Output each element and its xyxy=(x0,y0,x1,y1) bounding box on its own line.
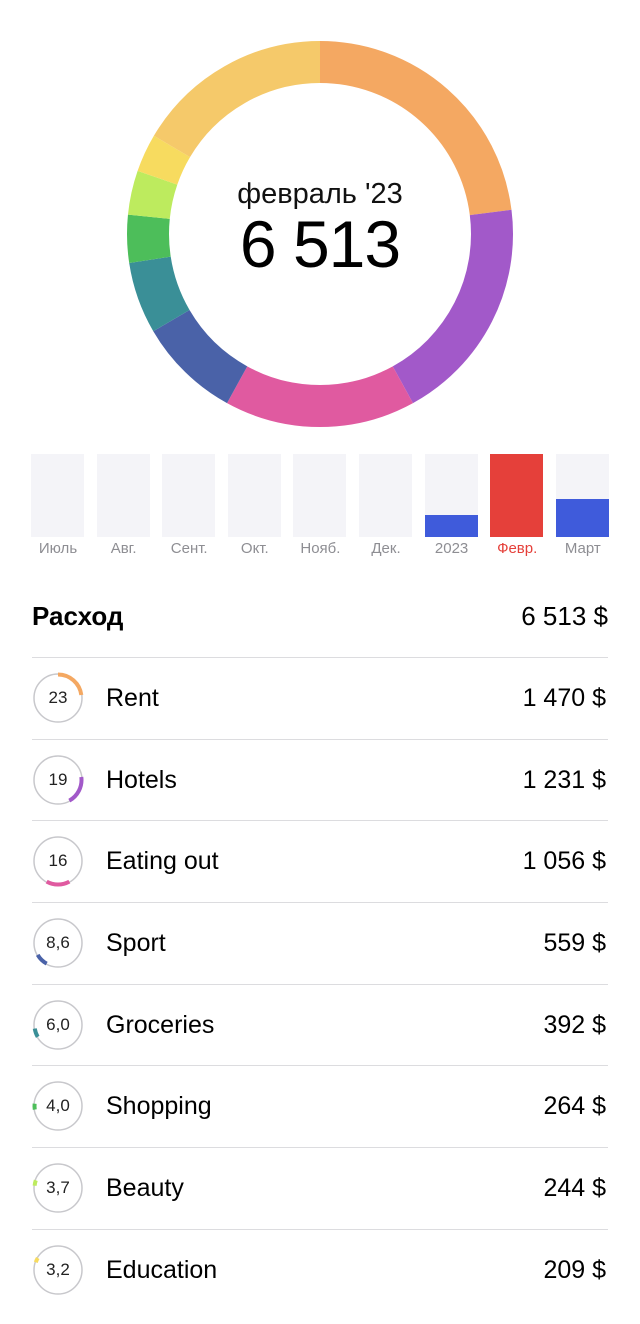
category-percent: 3,7 xyxy=(46,1178,70,1198)
month-bar[interactable] xyxy=(96,454,150,537)
category-percent: 6,0 xyxy=(46,1014,70,1034)
category-percent: 4,0 xyxy=(46,1096,70,1116)
category-amount: 559 $ xyxy=(543,928,606,957)
expense-summary: Расход 6 513 $ xyxy=(32,596,608,636)
month-label[interactable]: Нояб. xyxy=(287,540,353,557)
month-bar-fill xyxy=(424,515,478,537)
month-bar-fill xyxy=(490,454,544,537)
category-list: 23 Rent 1 470 $ 19 Hotels 1 231 $ 16 Eat… xyxy=(32,657,608,1311)
category-name: Sport xyxy=(106,928,166,957)
donut-segment-education[interactable] xyxy=(137,135,191,186)
category-row[interactable]: 4,0 Shopping 264 $ xyxy=(32,1065,608,1147)
category-amount: 1 231 $ xyxy=(522,765,606,794)
category-row[interactable]: 19 Hotels 1 231 $ xyxy=(32,738,608,821)
category-name: Eating out xyxy=(106,847,219,876)
monthly-bar-chart: Июль Авг. Сент. Окт. Нояб. Дек. 2023 Февр. Март xyxy=(31,454,609,564)
category-name: Shopping xyxy=(106,1092,212,1121)
category-amount: 392 $ xyxy=(543,1010,606,1039)
month-bar[interactable] xyxy=(227,454,281,537)
category-percent: 3,2 xyxy=(46,1259,70,1279)
category-percent: 8,6 xyxy=(46,933,70,953)
month-bar[interactable] xyxy=(162,454,216,537)
month-label[interactable]: Авг. xyxy=(91,540,157,557)
donut-segment-other[interactable] xyxy=(153,41,321,158)
category-amount: 1 470 $ xyxy=(522,683,606,712)
month-label[interactable]: Февр. xyxy=(484,540,550,557)
month-label[interactable]: Июль xyxy=(25,540,91,557)
category-row[interactable]: 8,6 Sport 559 $ xyxy=(32,902,608,984)
category-row[interactable]: 3,7 Beauty 244 $ xyxy=(32,1147,608,1229)
month-label[interactable]: Март xyxy=(550,540,616,557)
category-name: Beauty xyxy=(106,1173,184,1202)
month-bar[interactable] xyxy=(31,454,84,537)
month-bar[interactable] xyxy=(359,454,412,537)
total-amount: 6 513 xyxy=(239,207,401,281)
category-amount: 244 $ xyxy=(543,1173,606,1202)
donut-segment-eating-out[interactable] xyxy=(227,366,413,427)
month-bar[interactable] xyxy=(490,454,544,537)
category-percent: 19 xyxy=(48,769,68,789)
summary-title: Расход xyxy=(32,600,124,631)
month-label[interactable]: 2023 xyxy=(419,540,485,557)
category-name: Rent xyxy=(106,683,159,712)
month-label[interactable]: Сент. xyxy=(156,540,222,557)
month-bar[interactable] xyxy=(555,454,609,537)
category-amount: 1 056 $ xyxy=(522,847,606,876)
category-amount: 209 $ xyxy=(543,1255,606,1284)
summary-amount: 6 513 $ xyxy=(521,600,608,631)
category-name: Education xyxy=(106,1255,218,1284)
category-row[interactable]: 16 Eating out 1 056 $ xyxy=(32,820,608,902)
category-row[interactable]: 6,0 Groceries 392 $ xyxy=(32,983,608,1066)
category-row[interactable]: 3,2 Education 209 $ xyxy=(32,1228,608,1311)
month-label[interactable]: Окт. xyxy=(222,540,288,557)
category-amount: 264 $ xyxy=(543,1092,606,1121)
month-label[interactable]: Дек. xyxy=(353,540,419,557)
month-bar[interactable] xyxy=(424,454,478,537)
category-name: Groceries xyxy=(106,1010,215,1039)
category-percent: 16 xyxy=(48,851,68,871)
category-name: Hotels xyxy=(106,765,177,794)
category-percent: 23 xyxy=(48,688,68,707)
month-bar-fill xyxy=(555,498,609,537)
donut-segment-sport[interactable] xyxy=(153,309,248,404)
category-row[interactable]: 23 Rent 1 470 $ xyxy=(32,657,608,739)
month-bar[interactable] xyxy=(293,454,347,537)
